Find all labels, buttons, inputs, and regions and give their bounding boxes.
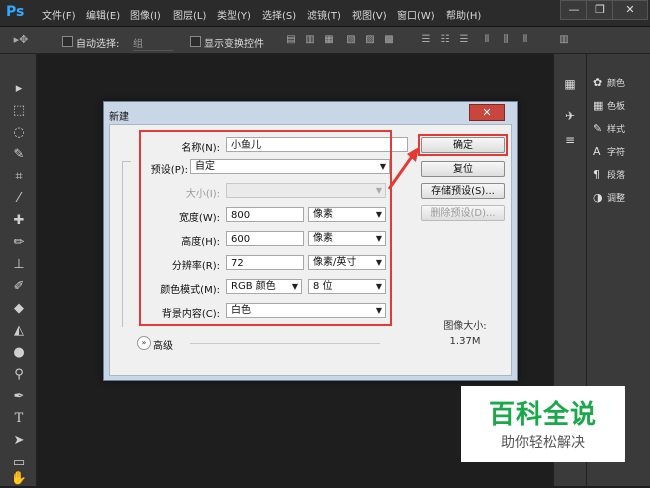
eraser-tool-icon[interactable]: ◆ [10,300,28,318]
distribute-bottom-icon[interactable]: ☰ [458,34,470,46]
panel-paragraph[interactable]: ¶ 段落 [593,168,625,184]
menu-edit[interactable]: 编辑(E) [86,7,120,22]
distribute-vcenter-icon[interactable]: ☷ [439,34,451,46]
path-select-tool-icon[interactable]: ➤ [10,432,28,450]
restore-button[interactable]: ❐ [586,0,614,20]
auto-select-checkbox[interactable] [62,36,73,47]
style-icon: ✎ [593,122,603,135]
history-panel-icon[interactable]: ▦ [562,76,578,92]
align-hcenter-icon[interactable]: ▨ [364,34,376,46]
photoshop-logo: Ps [6,4,25,20]
auto-select-dropdown[interactable]: 组 [133,35,173,51]
brush-tool-icon[interactable]: ✏ [10,234,28,252]
highlight-settings-box [139,130,392,326]
menu-file[interactable]: 文件(F) [42,7,76,22]
palette-icon: ✿ [593,76,603,89]
close-window-button[interactable]: ✕ [612,0,648,20]
options-bar: ▸✥ 自动选择: 组 显示变换控件 ▤ ▥ ▦ ▧ ▨ ▩ ☰ ☷ ☰ ⫴ ⫼ … [0,27,650,54]
distribute-hcenter-icon[interactable]: ⫼ [500,34,512,46]
dodge-tool-icon[interactable]: ⚲ [10,366,28,384]
paragraph-icon: ¶ [593,168,600,181]
auto-select-label: 自动选择: [76,39,120,50]
show-transform-checkbox[interactable] [190,36,201,47]
marquee-tool-icon[interactable]: ⬚ [10,102,28,120]
tools-panel: ▸ ⬚ ◌ ✎ ⌗ ⁄ ✚ ✏ ⊥ ✐ ◆ ◭ ● ⚲ ✒ T ➤ ▭ ✋ [0,54,37,486]
panel-color[interactable]: ✿ 颜色 [593,76,625,92]
preset-group-frame [122,161,131,327]
minimize-button[interactable]: — [560,0,588,20]
menu-bar: Ps 文件(F) 编辑(E) 图像(I) 图层(L) 类型(Y) 选择(S) 滤… [0,0,650,27]
adjust-icon: ◑ [593,191,603,204]
quick-select-tool-icon[interactable]: ✎ [10,146,28,164]
distribute-top-icon[interactable]: ☰ [420,34,432,46]
menu-select[interactable]: 选择(S) [262,7,296,22]
image-size-value: 1.37M [449,336,481,347]
healing-brush-tool-icon[interactable]: ✚ [10,212,28,230]
blur-tool-icon[interactable]: ● [10,344,28,362]
watermark-badge: 百科全说 助你轻松解决 [461,386,625,462]
red-arrow-icon [387,147,419,190]
menu-image[interactable]: 图像(I) [130,7,161,22]
align-bottom-icon[interactable]: ▦ [323,34,335,46]
distribute-right-icon[interactable]: ⫴ [519,34,531,46]
grid-icon: ▦ [593,99,604,112]
auto-align-icon[interactable]: ▥ [558,34,570,46]
clone-stamp-tool-icon[interactable]: ⊥ [10,256,28,274]
properties-panel-icon[interactable]: ≡ [562,132,578,148]
watermark-title: 百科全说 [488,400,597,430]
brush-panel-icon[interactable]: ✈ [562,108,578,124]
align-vcenter-icon[interactable]: ▥ [304,34,316,46]
menu-window[interactable]: 窗口(W) [397,7,435,22]
image-size-label: 图像大小: [443,321,487,332]
panel-character[interactable]: A 字符 [593,145,625,161]
dialog-body: 名称(N): 小鱼儿 预设(P): 自定 ▼ 大小(I): ▼ 宽度(W): 80… [109,124,512,376]
new-document-dialog: 新建 ✕ 名称(N): 小鱼儿 预设(P): 自定 ▼ 大小(I): ▼ 宽度(W… [103,101,518,381]
paint-bucket-tool-icon[interactable]: ◭ [10,322,28,340]
panel-styles[interactable]: ✎ 样式 [593,122,625,138]
move-tool-icon[interactable]: ▸✥ [8,34,34,46]
lasso-tool-icon[interactable]: ◌ [10,124,28,142]
panel-swatches[interactable]: ▦ 色板 [593,99,625,115]
highlight-ok-box [418,134,508,156]
align-top-icon[interactable]: ▤ [285,34,297,46]
align-left-icon[interactable]: ▧ [345,34,357,46]
dialog-title: 新建 [109,112,129,123]
delete-preset-button: 删除预设(D)... [421,205,505,221]
advanced-divider [190,343,380,344]
menu-view[interactable]: 视图(V) [352,7,387,22]
eyedropper-tool-icon[interactable]: ⁄ [10,190,28,208]
panel-adjustments[interactable]: ◑ 调整 [593,191,625,207]
menu-help[interactable]: 帮助(H) [446,7,481,22]
menu-type[interactable]: 类型(Y) [217,7,251,22]
crop-tool-icon[interactable]: ⌗ [10,168,28,186]
type-tool-icon[interactable]: T [10,410,28,428]
reset-button[interactable]: 复位 [421,161,505,177]
history-brush-tool-icon[interactable]: ✐ [10,278,28,296]
distribute-left-icon[interactable]: ⫴ [481,34,493,46]
watermark-subtitle: 助你轻松解决 [501,435,585,451]
advanced-label[interactable]: 高级 [153,337,173,352]
show-transform-label: 显示变换控件 [204,39,264,50]
pen-tool-icon[interactable]: ✒ [10,388,28,406]
save-preset-button[interactable]: 存储预设(S)... [421,183,505,199]
character-icon: A [593,145,601,158]
menu-filter[interactable]: 滤镜(T) [307,7,341,22]
menu-layer[interactable]: 图层(L) [173,7,206,22]
align-right-icon[interactable]: ▩ [383,34,395,46]
expand-advanced-icon[interactable]: » [137,336,151,350]
dialog-close-button[interactable]: ✕ [469,104,505,121]
move-tool-icon[interactable]: ▸ [10,80,28,98]
hand-tool-icon[interactable]: ✋ [10,470,28,488]
